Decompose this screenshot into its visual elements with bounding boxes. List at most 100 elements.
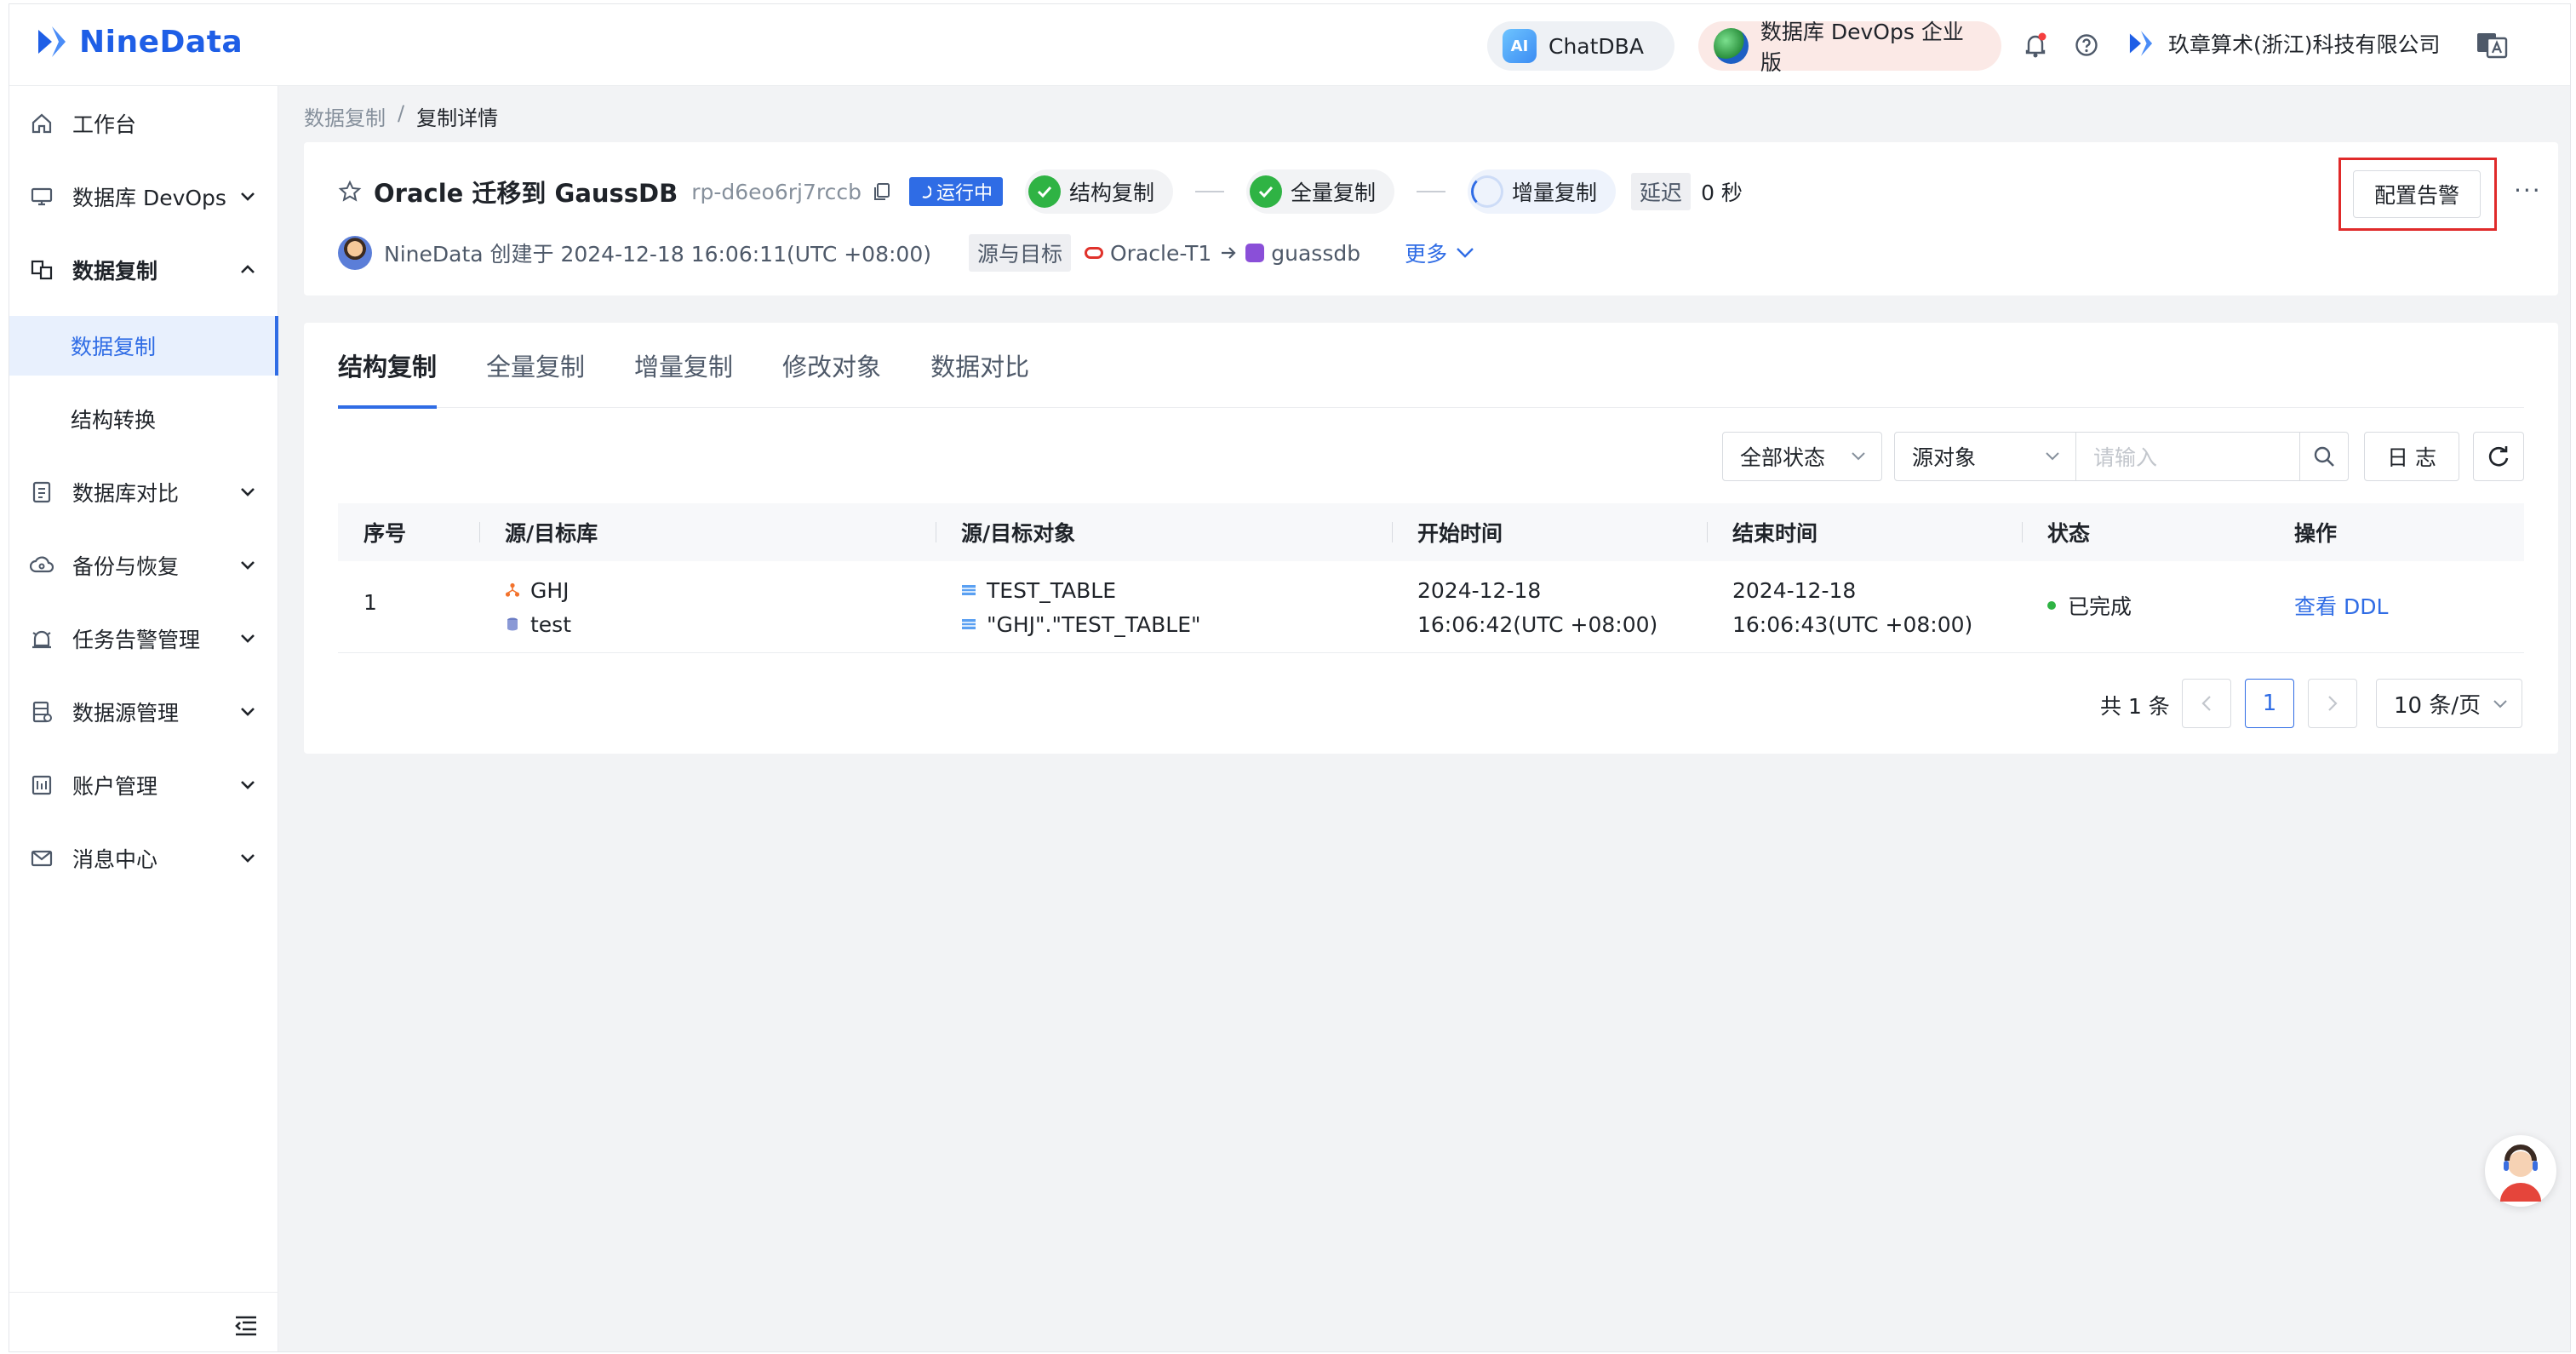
tab-full-replication[interactable]: 全量复制 [486, 323, 585, 408]
table-icon [962, 619, 976, 629]
step-connector [1195, 191, 1225, 192]
help-icon[interactable] [2071, 30, 2102, 60]
tab-schema-replication[interactable]: 结构复制 [338, 323, 438, 409]
start-time: 16:06:42(UTC +08:00) [1417, 611, 1658, 637]
column-divider [2022, 522, 2023, 542]
db-cell: GHJ test [505, 573, 571, 641]
chevron-down-icon [2493, 700, 2507, 709]
configure-alert-button[interactable]: 配置告警 [2353, 170, 2481, 218]
search-button[interactable] [2299, 432, 2349, 481]
sidebar-item-messages[interactable]: 消息中心 [9, 824, 278, 892]
chevron-down-icon [241, 488, 255, 496]
sidebar-item-workbench[interactable]: 工作台 [9, 89, 278, 158]
language-switch-icon[interactable] [2475, 28, 2509, 62]
task-id: rp-d6eo6rj7rccb [691, 179, 862, 204]
delay-label: 延迟 [1631, 173, 1692, 210]
target-name[interactable]: guassdb [1271, 241, 1360, 266]
task-title-row: Oracle 迁移到 GaussDB rp-d6eo6rj7rccb 运行中 结… [338, 169, 1743, 214]
notification-bell-icon[interactable] [2020, 30, 2051, 60]
more-details-link[interactable]: 更多 [1405, 238, 1474, 268]
status-filter-select[interactable]: 全部状态 [1722, 432, 1882, 481]
star-icon[interactable] [338, 180, 362, 204]
column-header: 源/目标库 [505, 521, 598, 546]
sidebar-item-label: 数据源管理 [72, 701, 180, 726]
compare-icon [30, 480, 54, 504]
database-icon [507, 617, 518, 631]
schema-tree-icon [505, 582, 520, 597]
step-label: 增量复制 [1512, 181, 1598, 205]
task-title: Oracle 迁移到 GaussDB [374, 179, 678, 208]
sidebar-item-datasource[interactable]: 数据源管理 [9, 678, 278, 746]
search-icon [2314, 446, 2334, 467]
chatdba-button[interactable]: AI ChatDBA [1487, 21, 1674, 71]
step-incremental: 增量复制 [1468, 169, 1617, 214]
source-db: GHJ [530, 577, 570, 603]
page-size-select[interactable]: 10 条/页 [2376, 679, 2522, 728]
support-agent-icon [2500, 1145, 2541, 1202]
chevron-down-icon [241, 634, 255, 643]
view-ddl-link[interactable]: 查看 DDL [2294, 590, 2388, 621]
source-name[interactable]: Oracle-T1 [1110, 241, 1211, 266]
step-schema: 结构复制 [1025, 169, 1174, 214]
page-1-button[interactable]: 1 [2245, 679, 2294, 728]
status-text: 已完成 [2068, 594, 2132, 619]
object-filter-select[interactable]: 源对象 [1894, 432, 2076, 481]
collapse-sidebar-icon[interactable] [232, 1312, 260, 1340]
next-page-button[interactable] [2308, 679, 2357, 728]
sidebar-item-label: 账户管理 [72, 774, 158, 799]
pager-total: 共 1 条 [2100, 694, 2170, 719]
sidebar-item-label: 数据库 DevOps [72, 186, 226, 210]
source-object: TEST_TABLE [987, 577, 1117, 603]
sidebar-item-alerts[interactable]: 任务告警管理 [9, 605, 278, 673]
status-cell: 已完成 [2047, 590, 2132, 621]
sidebar-item-label: 数据库对比 [72, 481, 180, 506]
monitor-icon [30, 185, 54, 209]
delay-value: 0 秒 [1701, 181, 1743, 205]
sidebar-item-label: 任务告警管理 [72, 628, 201, 652]
sidebar-item-db-compare[interactable]: 数据库对比 [9, 458, 278, 526]
refresh-button[interactable] [2473, 432, 2524, 481]
sidebar-item-label: 工作台 [72, 112, 137, 137]
schema-replication-table: 序号 源/目标库 源/目标对象 开始时间 结束时间 状态 操作 1 GHJ te… [338, 503, 2524, 653]
tab-incremental-replication[interactable]: 增量复制 [634, 323, 733, 408]
org-switcher[interactable]: 玖章算术(浙江)科技有限公司 [2126, 28, 2441, 59]
oracle-icon [1085, 247, 1103, 259]
sidebar-item-label: 备份与恢复 [72, 554, 180, 579]
sidebar-item-backup[interactable]: 备份与恢复 [9, 531, 278, 600]
chevron-down-icon [241, 781, 255, 789]
end-date: 2024-12-18 [1732, 577, 1857, 603]
start-time-cell: 2024-12-18 16:06:42(UTC +08:00) [1417, 573, 1657, 641]
end-time: 16:06:43(UTC +08:00) [1732, 611, 1973, 637]
sidebar-item-devops[interactable]: 数据库 DevOps [9, 163, 278, 231]
ai-icon: AI [1503, 29, 1537, 63]
column-header: 操作 [2294, 521, 2338, 546]
tab-data-compare[interactable]: 数据对比 [930, 323, 1029, 408]
replication-icon [30, 258, 54, 282]
sidebar-item-replication[interactable]: 数据复制 [9, 236, 278, 304]
prev-page-button[interactable] [2182, 679, 2231, 728]
row-index: 1 [364, 590, 377, 615]
more-menu-icon[interactable]: ··· [2514, 176, 2542, 204]
column-header: 状态 [2047, 521, 2091, 546]
start-date: 2024-12-18 [1417, 577, 1542, 603]
alert-button-highlight: 配置告警 [2338, 158, 2497, 231]
sidebar-subitem-label: 数据复制 [71, 335, 157, 359]
devops-enterprise-button[interactable]: 数据库 DevOps 企业版 [1698, 20, 2001, 75]
arrow-right-icon [1220, 241, 1237, 266]
copy-icon[interactable] [872, 181, 892, 202]
logo[interactable]: NineData [33, 23, 243, 60]
running-status-badge: 运行中 [908, 177, 1003, 206]
column-header: 结束时间 [1732, 521, 1818, 546]
table-header: 序号 源/目标库 源/目标对象 开始时间 结束时间 状态 操作 [338, 503, 2524, 561]
delay-indicator: 延迟 0 秒 [1631, 173, 1743, 210]
creator-text: NineData 创建于 2024-12-18 16:06:11(UTC +08… [384, 242, 931, 267]
log-button[interactable]: 日 志 [2364, 432, 2459, 481]
sidebar-subitem-schema-convert[interactable]: 结构转换 [9, 389, 278, 449]
tab-modify-objects[interactable]: 修改对象 [782, 323, 881, 408]
column-divider [1707, 522, 1708, 542]
sidebar-item-account[interactable]: 账户管理 [9, 751, 278, 819]
search-input[interactable]: 请输入 [2075, 432, 2300, 481]
sidebar-subitem-replication[interactable]: 数据复制 [9, 316, 278, 376]
breadcrumb-parent[interactable]: 数据复制 [304, 101, 386, 131]
support-assistant-button[interactable] [2485, 1135, 2556, 1207]
